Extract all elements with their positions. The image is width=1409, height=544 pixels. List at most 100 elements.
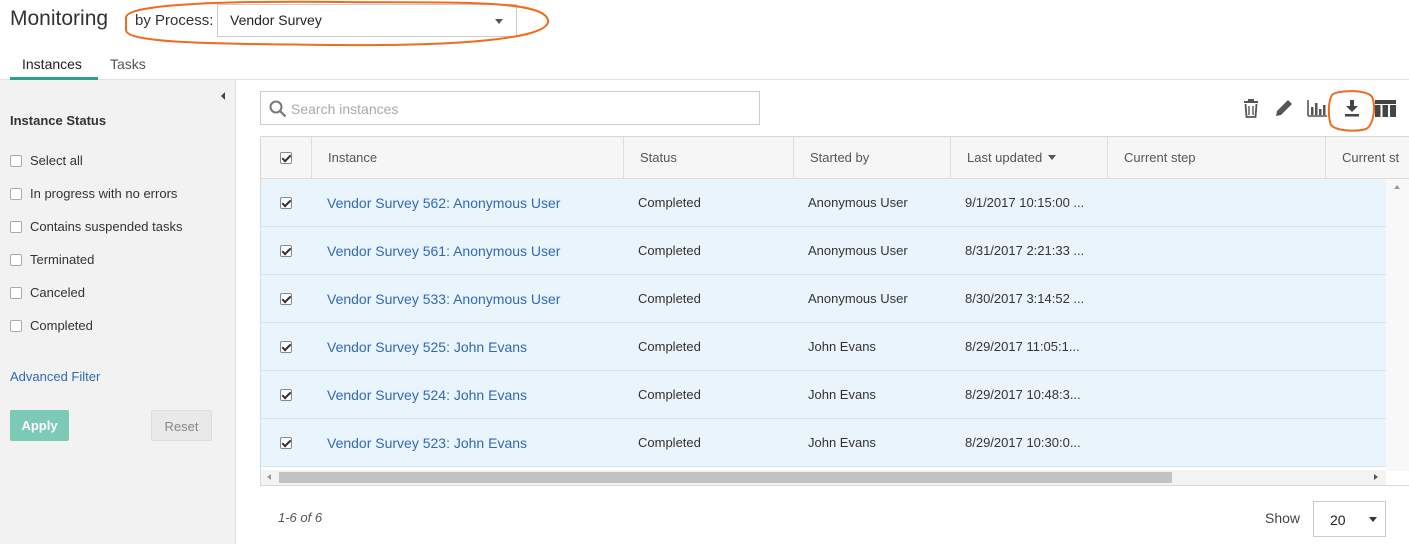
page-size-select[interactable]: 20 bbox=[1313, 501, 1386, 537]
filter-canceled[interactable]: Canceled bbox=[10, 285, 85, 303]
trash-icon[interactable] bbox=[1240, 97, 1262, 119]
row-checkbox[interactable] bbox=[280, 341, 292, 353]
started-by-cell: John Evans bbox=[808, 387, 876, 402]
process-select-value: Vendor Survey bbox=[230, 12, 322, 28]
pencil-icon[interactable] bbox=[1273, 97, 1295, 119]
instance-link[interactable]: Vendor Survey 525: John Evans bbox=[327, 323, 617, 371]
row-checkbox[interactable] bbox=[280, 437, 292, 449]
download-icon[interactable] bbox=[1341, 97, 1363, 119]
chevron-down-icon bbox=[495, 19, 503, 24]
instance-status-heading: Instance Status bbox=[10, 113, 107, 128]
instance-link[interactable]: Vendor Survey 524: John Evans bbox=[327, 371, 617, 419]
row-checkbox[interactable] bbox=[280, 293, 292, 305]
filter-label: Canceled bbox=[30, 285, 85, 300]
table-row[interactable]: Vendor Survey 525: John Evans Completed Jo… bbox=[261, 323, 1386, 371]
started-by-cell: Anonymous User bbox=[808, 243, 908, 258]
process-select[interactable]: Vendor Survey bbox=[217, 4, 517, 37]
horizontal-scroll-thumb[interactable] bbox=[279, 472, 1172, 483]
current-step-cell bbox=[1122, 371, 1322, 419]
scroll-right-icon[interactable] bbox=[1374, 474, 1378, 480]
checkbox[interactable] bbox=[10, 155, 22, 167]
row-checkbox[interactable] bbox=[280, 245, 292, 257]
last-updated-cell: 9/1/2017 10:15:00 ... bbox=[965, 195, 1085, 210]
instance-link[interactable]: Vendor Survey 561: Anonymous User bbox=[327, 227, 617, 275]
instance-link[interactable]: Vendor Survey 562: Anonymous User bbox=[327, 179, 617, 227]
status-cell: Completed bbox=[638, 339, 701, 354]
current-step-cell bbox=[1122, 275, 1322, 323]
page-size-value: 20 bbox=[1330, 512, 1346, 528]
filter-label: Contains suspended tasks bbox=[30, 219, 183, 234]
last-updated-cell: 8/30/2017 3:14:52 ... bbox=[965, 291, 1085, 306]
column-header-started-by[interactable]: Started by bbox=[793, 137, 950, 179]
status-cell: Completed bbox=[638, 435, 701, 450]
search-field[interactable] bbox=[260, 91, 760, 125]
scroll-left-icon[interactable] bbox=[267, 474, 271, 480]
filter-completed[interactable]: Completed bbox=[10, 318, 93, 336]
current-step-cell bbox=[1122, 323, 1322, 371]
row-checkbox[interactable] bbox=[280, 197, 292, 209]
status-cell: Completed bbox=[638, 291, 701, 306]
column-header-current-step[interactable]: Current step bbox=[1107, 137, 1325, 179]
tab-instances[interactable]: Instances bbox=[22, 56, 82, 72]
current-step-cell bbox=[1122, 179, 1322, 227]
current-step-cell bbox=[1122, 419, 1322, 467]
filter-label: Terminated bbox=[30, 252, 95, 267]
page-title: Monitoring bbox=[10, 7, 109, 30]
checkbox[interactable] bbox=[10, 221, 22, 233]
started-by-cell: John Evans bbox=[808, 435, 876, 450]
columns-icon[interactable] bbox=[1374, 97, 1396, 119]
filter-contains-suspended[interactable]: Contains suspended tasks bbox=[10, 219, 182, 237]
horizontal-scrollbar[interactable] bbox=[261, 470, 1386, 485]
collapse-sidebar-icon[interactable] bbox=[221, 92, 225, 100]
checkbox[interactable] bbox=[10, 320, 22, 332]
search-input[interactable] bbox=[291, 98, 751, 120]
bar-chart-icon[interactable] bbox=[1306, 97, 1328, 119]
column-header-status[interactable]: Status bbox=[623, 137, 793, 179]
table-row[interactable]: Vendor Survey 561: Anonymous User Complet… bbox=[261, 227, 1386, 275]
table-row[interactable]: Vendor Survey 533: Anonymous User Complet… bbox=[261, 275, 1386, 323]
column-header-last-updated[interactable]: Last updated bbox=[950, 137, 1107, 179]
filter-select-all[interactable]: Select all bbox=[10, 153, 83, 171]
advanced-filter-link[interactable]: Advanced Filter bbox=[10, 369, 100, 384]
last-updated-cell: 8/29/2017 10:48:3... bbox=[965, 387, 1081, 402]
scroll-up-icon[interactable] bbox=[1394, 185, 1400, 189]
instances-table: Instance Status Started by Last updated … bbox=[260, 136, 1409, 486]
reset-button[interactable]: Reset bbox=[151, 410, 212, 441]
by-process-label: by Process: bbox=[135, 12, 214, 29]
current-step-cell bbox=[1122, 227, 1322, 275]
row-checkbox[interactable] bbox=[280, 389, 292, 401]
filter-in-progress-no-errors[interactable]: In progress with no errors bbox=[10, 186, 177, 204]
filter-label: Completed bbox=[30, 318, 93, 333]
instance-link[interactable]: Vendor Survey 533: Anonymous User bbox=[327, 275, 617, 323]
status-cell: Completed bbox=[638, 243, 701, 258]
started-by-cell: John Evans bbox=[808, 339, 876, 354]
pager-range: 1-6 of 6 bbox=[278, 510, 323, 525]
filter-sidebar: Instance Status Select all In progress w… bbox=[0, 80, 236, 544]
started-by-cell: Anonymous User bbox=[808, 195, 908, 210]
table-header: Instance Status Started by Last updated … bbox=[261, 137, 1409, 179]
status-cell: Completed bbox=[638, 387, 701, 402]
checkbox[interactable] bbox=[10, 188, 22, 200]
tab-tasks[interactable]: Tasks bbox=[110, 56, 146, 72]
table-row[interactable]: Vendor Survey 562: Anonymous User Complet… bbox=[261, 179, 1386, 227]
filter-terminated[interactable]: Terminated bbox=[10, 252, 94, 270]
filter-label: Select all bbox=[30, 153, 83, 168]
checkbox[interactable] bbox=[10, 254, 22, 266]
column-header-current-step-2[interactable]: Current st bbox=[1325, 137, 1409, 179]
column-header-label: Last updated bbox=[967, 150, 1043, 165]
select-all-rows-checkbox[interactable] bbox=[280, 152, 292, 164]
sort-descending-icon bbox=[1048, 155, 1057, 160]
search-icon bbox=[269, 100, 287, 118]
apply-button[interactable]: Apply bbox=[10, 410, 69, 441]
vertical-scrollbar[interactable] bbox=[1386, 179, 1409, 471]
instance-link[interactable]: Vendor Survey 523: John Evans bbox=[327, 419, 617, 467]
column-header-instance[interactable]: Instance bbox=[311, 137, 623, 179]
table-row[interactable]: Vendor Survey 523: John Evans Completed Jo… bbox=[261, 419, 1386, 467]
started-by-cell: Anonymous User bbox=[808, 291, 908, 306]
last-updated-cell: 8/31/2017 2:21:33 ... bbox=[965, 243, 1085, 258]
caret-down-icon bbox=[1369, 517, 1377, 522]
checkbox[interactable] bbox=[10, 287, 22, 299]
page-size-label: Show bbox=[1265, 510, 1301, 526]
table-row[interactable]: Vendor Survey 524: John Evans Completed Jo… bbox=[261, 371, 1386, 419]
last-updated-cell: 8/29/2017 11:05:1... bbox=[965, 339, 1080, 354]
